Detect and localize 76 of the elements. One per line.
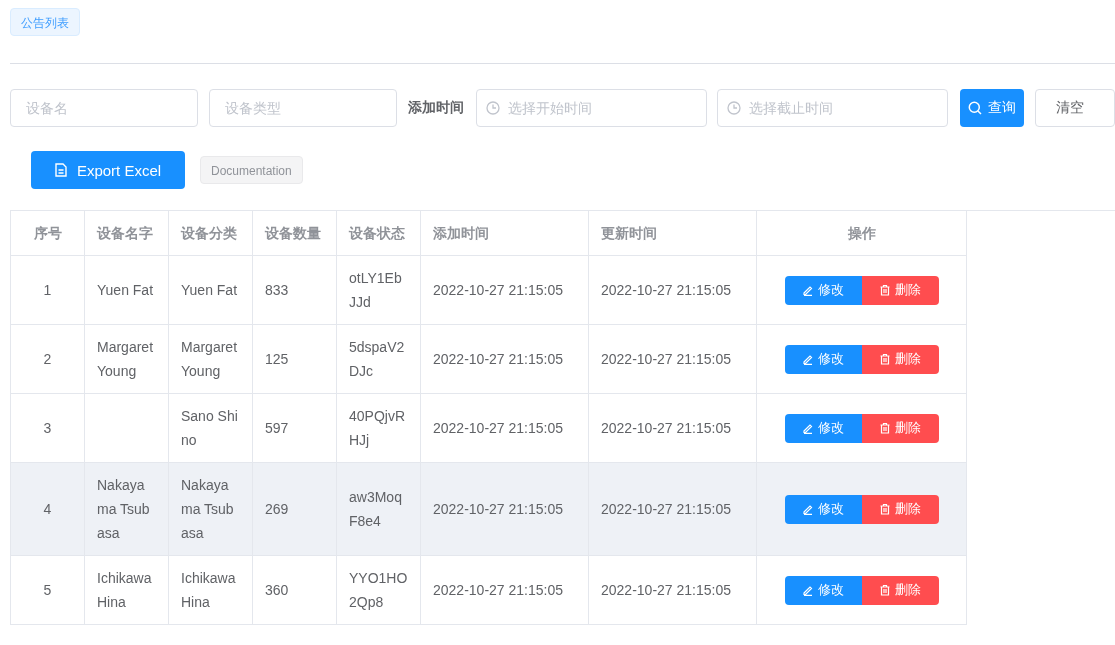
table-cell: 2022-10-27 21:15:05 xyxy=(601,420,731,436)
delete-button[interactable]: 删除 xyxy=(861,413,939,443)
table-cell: 2022-10-27 21:15:05 xyxy=(601,282,731,298)
time-label: 添加时间 xyxy=(408,99,464,117)
table-cell: Nakayama Tsubasa xyxy=(97,477,150,541)
table-cell: 5dspaV2DJc xyxy=(349,339,405,379)
clear-button[interactable]: 清空 xyxy=(1035,89,1115,127)
page-tag[interactable]: 公告列表 xyxy=(10,8,80,36)
column-header: 设备状态 xyxy=(349,225,405,241)
column-header: 操作 xyxy=(847,225,876,241)
table-cell: 2 xyxy=(43,351,52,367)
edit-button[interactable]: 修改 xyxy=(784,575,862,605)
edit-button[interactable]: 修改 xyxy=(784,344,862,374)
delete-button[interactable]: 删除 xyxy=(861,344,939,374)
document-icon xyxy=(54,163,67,177)
export-button[interactable]: Export Excel xyxy=(31,151,185,189)
table-cell: Yuen Fat xyxy=(181,282,238,298)
table-cell: Margaret Young xyxy=(97,339,154,379)
table-cell: 2022-10-27 21:15:05 xyxy=(433,582,563,598)
end-time-field[interactable]: 选择截止时间 xyxy=(717,89,948,127)
trash-icon xyxy=(879,284,891,296)
search-icon xyxy=(968,101,982,115)
trash-icon xyxy=(879,422,891,434)
trash-icon xyxy=(879,503,891,515)
pencil-icon xyxy=(802,422,814,434)
device-type-field[interactable]: 设备类型 xyxy=(209,89,397,127)
trash-icon xyxy=(879,353,891,365)
table-cell: Ichikawa Hina xyxy=(181,570,236,610)
table-cell: Sano Shino xyxy=(181,408,238,448)
delete-button[interactable]: 删除 xyxy=(861,494,939,524)
table-cell: 125 xyxy=(265,351,289,367)
pencil-icon xyxy=(802,284,814,296)
edit-button[interactable]: 修改 xyxy=(784,275,862,305)
table-cell: Ichikawa Hina xyxy=(97,570,152,610)
delete-button[interactable]: 删除 xyxy=(861,575,939,605)
pencil-icon xyxy=(802,584,814,596)
column-header: 设备数量 xyxy=(265,225,321,241)
table-cell: 4 xyxy=(43,501,52,517)
delete-button[interactable]: 删除 xyxy=(861,275,939,305)
table-cell: 40PQjvRHJj xyxy=(349,408,406,448)
table-cell: 2022-10-27 21:15:05 xyxy=(433,351,563,367)
column-header: 序号 xyxy=(33,225,62,241)
column-header: 添加时间 xyxy=(433,225,489,241)
table-cell: aw3MoqF8e4 xyxy=(349,489,402,529)
table-cell: 269 xyxy=(265,501,289,517)
table-cell: 1 xyxy=(43,282,52,298)
edit-button[interactable]: 修改 xyxy=(784,494,862,524)
edit-button[interactable]: 修改 xyxy=(784,413,862,443)
table-cell: 2022-10-27 21:15:05 xyxy=(601,351,731,367)
table-cell: 833 xyxy=(265,282,289,298)
start-time-field[interactable]: 选择开始时间 xyxy=(476,89,707,127)
table-cell: 3 xyxy=(43,420,52,436)
table-cell: otLY1EbJJd xyxy=(349,270,402,310)
column-header: 设备分类 xyxy=(181,225,237,241)
table-cell: 5 xyxy=(43,582,52,598)
table-cell: 2022-10-27 21:15:05 xyxy=(433,282,563,298)
trash-icon xyxy=(879,584,891,596)
column-header: 设备名字 xyxy=(97,225,153,241)
table-cell: Margaret Young xyxy=(181,339,238,379)
pencil-icon xyxy=(802,353,814,365)
table-cell: 2022-10-27 21:15:05 xyxy=(601,501,731,517)
table-cell: YYO1HO2Qp8 xyxy=(349,570,408,610)
table-cell: 2022-10-27 21:15:05 xyxy=(601,582,731,598)
clock-icon xyxy=(727,101,741,115)
table-cell: 360 xyxy=(265,582,289,598)
table-cell: 597 xyxy=(265,420,289,436)
search-button[interactable]: 查询 xyxy=(960,89,1024,127)
documentation-tag[interactable]: Documentation xyxy=(200,156,303,184)
table-cell: Nakayama Tsubasa xyxy=(181,477,234,541)
table-cell: Yuen Fat xyxy=(97,282,154,298)
clock-icon xyxy=(486,101,500,115)
table-cell: 2022-10-27 21:15:05 xyxy=(433,420,563,436)
device-name-field[interactable]: 设备名 xyxy=(10,89,198,127)
pencil-icon xyxy=(802,503,814,515)
column-header: 更新时间 xyxy=(601,225,657,241)
table-cell: 2022-10-27 21:15:05 xyxy=(433,501,563,517)
